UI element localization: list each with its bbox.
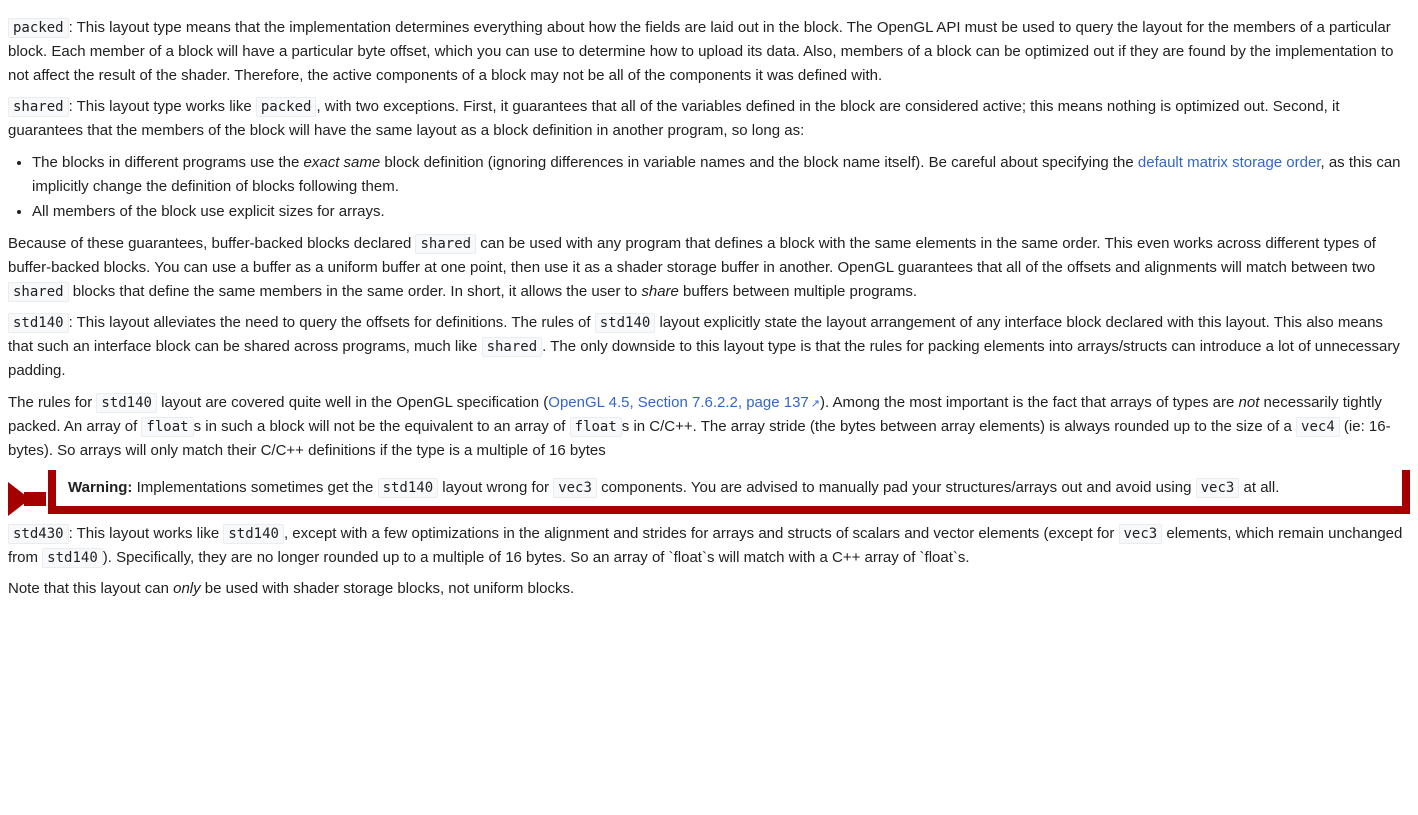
emphasis: only bbox=[173, 580, 201, 597]
paragraph-because: Because of these guarantees, buffer-back… bbox=[8, 232, 1410, 304]
code-std140: std140 bbox=[42, 548, 103, 568]
warning-label: Warning: bbox=[68, 479, 132, 496]
external-link-icon: ↗ bbox=[811, 398, 820, 410]
text: ). Among the most important is the fact … bbox=[820, 394, 1239, 411]
link-opengl-spec[interactable]: OpenGL 4.5, Section 7.6.2.2, page 137↗ bbox=[548, 394, 820, 411]
text: Implementations sometimes get the bbox=[132, 479, 377, 496]
text: : This layout alleviates the need to que… bbox=[69, 314, 595, 331]
text: The rules for bbox=[8, 394, 96, 411]
code-vec3: vec3 bbox=[553, 478, 597, 498]
text: block definition (ignoring differences i… bbox=[380, 154, 1138, 171]
paragraph-packed: packed: This layout type means that the … bbox=[8, 16, 1410, 88]
text: The blocks in different programs use the bbox=[32, 154, 304, 171]
code-std140: std140 bbox=[595, 313, 656, 333]
list-item: All members of the block use explicit si… bbox=[32, 200, 1410, 224]
text: be used with shader storage blocks, not … bbox=[201, 580, 575, 597]
text: , except with a few optimizations in the… bbox=[284, 525, 1119, 542]
shared-conditions-list: The blocks in different programs use the… bbox=[32, 151, 1410, 225]
paragraph-shared: shared: This layout type works like pack… bbox=[8, 95, 1410, 143]
code-float: float bbox=[570, 417, 622, 437]
code-vec3: vec3 bbox=[1119, 524, 1163, 544]
emphasis: exact same bbox=[304, 154, 381, 171]
code-vec4: vec4 bbox=[1296, 417, 1340, 437]
code-shared: shared bbox=[8, 282, 69, 302]
text: ). Specifically, they are no longer roun… bbox=[103, 549, 970, 566]
code-std140: std140 bbox=[223, 524, 284, 544]
code-vec3: vec3 bbox=[1196, 478, 1240, 498]
text: : This layout works like bbox=[69, 525, 224, 542]
code-std140: std140 bbox=[96, 393, 157, 413]
code-std140: std140 bbox=[378, 478, 439, 498]
text: : This layout type means that the implem… bbox=[8, 19, 1393, 84]
code-float: float bbox=[141, 417, 193, 437]
paragraph-std430: std430: This layout works like std140, e… bbox=[8, 522, 1410, 570]
link-matrix-storage-order[interactable]: default matrix storage order bbox=[1138, 154, 1321, 171]
text: Because of these guarantees, buffer-back… bbox=[8, 235, 415, 252]
term-shared: shared bbox=[8, 97, 69, 117]
term-packed: packed bbox=[8, 18, 69, 38]
text: s in such a block will not be the equiva… bbox=[194, 418, 570, 435]
text: buffers between multiple programs. bbox=[679, 283, 917, 300]
text: Note that this layout can bbox=[8, 580, 173, 597]
link-text: OpenGL 4.5, Section 7.6.2.2, page 137 bbox=[548, 394, 808, 411]
code-shared: shared bbox=[482, 337, 543, 357]
text: blocks that define the same members in t… bbox=[69, 283, 642, 300]
text: layout are covered quite well in the Ope… bbox=[157, 394, 548, 411]
list-item: The blocks in different programs use the… bbox=[32, 151, 1410, 199]
paragraph-std140: std140: This layout alleviates the need … bbox=[8, 311, 1410, 383]
text: components. You are advised to manually … bbox=[597, 479, 1196, 496]
text: s in C/C++. The array stride (the bytes … bbox=[622, 418, 1296, 435]
text: : This layout type works like bbox=[69, 98, 256, 115]
code-shared: shared bbox=[415, 234, 476, 254]
paragraph-rules: The rules for std140 layout are covered … bbox=[8, 391, 1410, 463]
emphasis: not bbox=[1239, 394, 1260, 411]
paragraph-note: Note that this layout can only be used w… bbox=[8, 577, 1410, 601]
text: at all. bbox=[1239, 479, 1279, 496]
code-packed: packed bbox=[256, 97, 317, 117]
emphasis: share bbox=[641, 283, 679, 300]
warning-arrow-icon bbox=[8, 482, 48, 516]
warning-box: Warning: Implementations sometimes get t… bbox=[48, 470, 1410, 514]
term-std430: std430 bbox=[8, 524, 69, 544]
term-std140: std140 bbox=[8, 313, 69, 333]
text: layout wrong for bbox=[438, 479, 553, 496]
